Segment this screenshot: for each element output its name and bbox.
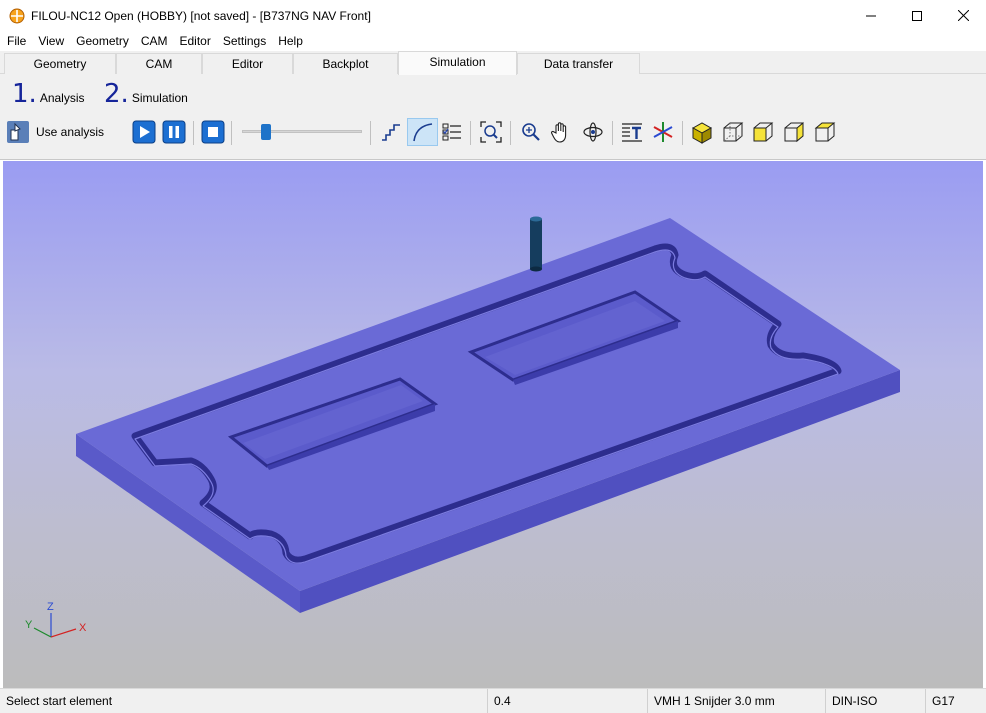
- simulation-viewport[interactable]: Z X Y: [3, 161, 983, 688]
- step-line-button[interactable]: [377, 118, 405, 146]
- title-bar: FILOU-NC12 Open (HOBBY) [not saved] - [B…: [0, 0, 986, 31]
- status-format: DIN-ISO: [826, 689, 926, 713]
- slider-track: [242, 130, 362, 133]
- speed-slider[interactable]: [242, 124, 362, 140]
- toolbar-separator: [470, 121, 471, 145]
- step-number: 1.: [12, 79, 37, 109]
- step-number: 2.: [104, 79, 129, 109]
- wire-cube-icon: [723, 122, 744, 142]
- rotate-button[interactable]: [579, 118, 607, 146]
- menu-cam[interactable]: CAM: [134, 34, 173, 48]
- step-line-icon: [382, 124, 400, 141]
- status-plane: G17: [932, 694, 955, 708]
- axis-indicator: Z X Y: [25, 601, 87, 638]
- pan-hand-icon: [551, 122, 567, 143]
- toolbar-separator: [682, 121, 683, 145]
- axes-button[interactable]: [649, 118, 677, 146]
- tab-editor[interactable]: Editor: [202, 53, 293, 74]
- status-tool: VMH 1 Snijder 3.0 mm: [648, 689, 826, 713]
- menu-view[interactable]: View: [31, 34, 69, 48]
- step-analysis[interactable]: 1. Analysis: [12, 80, 85, 108]
- toolbar-separator: [193, 121, 194, 145]
- use-analysis-label: Use analysis: [36, 125, 105, 139]
- close-button[interactable]: [940, 0, 986, 31]
- pause-button[interactable]: [160, 118, 188, 146]
- minimize-button[interactable]: [848, 0, 894, 31]
- front-face-view-button[interactable]: [749, 118, 777, 146]
- tab-geometry[interactable]: Geometry: [4, 53, 116, 74]
- yellow-face-cube-icon: [753, 122, 774, 142]
- status-value: 0.4: [488, 689, 648, 713]
- maximize-icon: [912, 10, 922, 21]
- side-face-view-button[interactable]: [780, 118, 808, 146]
- zoom-button[interactable]: [517, 118, 545, 146]
- toolbar-separator: [612, 121, 613, 145]
- toolbar-separator: [510, 121, 511, 145]
- step-label: Simulation: [131, 91, 188, 105]
- close-icon: [957, 10, 969, 21]
- toolbar-separator: [370, 121, 371, 145]
- menu-bar: File View Geometry CAM Editor Settings H…: [0, 31, 986, 51]
- wire-view-button[interactable]: [719, 118, 747, 146]
- solid-cube-icon: [691, 122, 713, 144]
- tab-backplot[interactable]: Backplot: [293, 53, 398, 74]
- cutter-tool: [530, 216, 542, 272]
- use-analysis-toggle[interactable]: Use analysis: [6, 120, 104, 144]
- tab-bar: Geometry CAM Editor Backplot Simulation …: [0, 51, 986, 75]
- slider-thumb[interactable]: [261, 124, 271, 140]
- zoom-fit-button[interactable]: [477, 118, 505, 146]
- minimize-icon: [866, 15, 876, 16]
- rotate-icon: [583, 122, 603, 142]
- text-button[interactable]: [618, 118, 646, 146]
- wire-cube-2-icon: [784, 121, 804, 143]
- pause-icon: [162, 120, 186, 144]
- text-icon: [622, 123, 642, 142]
- toolbar-separator: [231, 121, 232, 145]
- pan-button[interactable]: [547, 118, 575, 146]
- app-icon: [9, 8, 25, 23]
- use-analysis-icon: [7, 121, 29, 143]
- maximize-button[interactable]: [894, 0, 940, 31]
- status-bar: Select start element 0.4 VMH 1 Snijder 3…: [0, 688, 986, 713]
- menu-file[interactable]: File: [0, 34, 31, 48]
- stop-icon: [201, 120, 225, 144]
- wire-cube-3-icon: [814, 122, 836, 142]
- window-title: FILOU-NC12 Open (HOBBY) [not saved] - [B…: [31, 8, 371, 23]
- play-icon: [132, 120, 156, 144]
- simulation-scene: Z X Y: [25, 216, 900, 638]
- menu-help[interactable]: Help: [271, 34, 308, 48]
- menu-editor[interactable]: Editor: [173, 34, 216, 48]
- solid-view-button[interactable]: [688, 118, 716, 146]
- zoom-icon: [522, 123, 540, 141]
- simulation-panel: 1. Analysis 2. Simulation Use analysis: [0, 74, 986, 160]
- zoom-fit-icon: [480, 121, 502, 143]
- menu-settings[interactable]: Settings: [216, 34, 271, 48]
- arc-line-button[interactable]: [407, 118, 438, 146]
- tab-data-transfer[interactable]: Data transfer: [517, 53, 640, 74]
- axes-icon: [653, 122, 673, 142]
- tab-simulation[interactable]: Simulation: [398, 51, 517, 75]
- axis-z-label: Z: [47, 601, 54, 613]
- top-face-view-button[interactable]: [811, 118, 839, 146]
- axis-y-label: Y: [25, 619, 33, 631]
- step-simulation[interactable]: 2. Simulation: [104, 80, 188, 108]
- play-button[interactable]: [130, 118, 158, 146]
- axis-x-label: X: [79, 622, 87, 634]
- step-label: Analysis: [39, 91, 85, 105]
- checklist-button[interactable]: [438, 118, 466, 146]
- status-message: Select start element: [0, 689, 488, 713]
- menu-geometry[interactable]: Geometry: [69, 34, 134, 48]
- stop-button[interactable]: [199, 118, 227, 146]
- arc-line-icon: [412, 123, 432, 142]
- tab-cam[interactable]: CAM: [116, 53, 202, 74]
- checklist-icon: [442, 123, 461, 141]
